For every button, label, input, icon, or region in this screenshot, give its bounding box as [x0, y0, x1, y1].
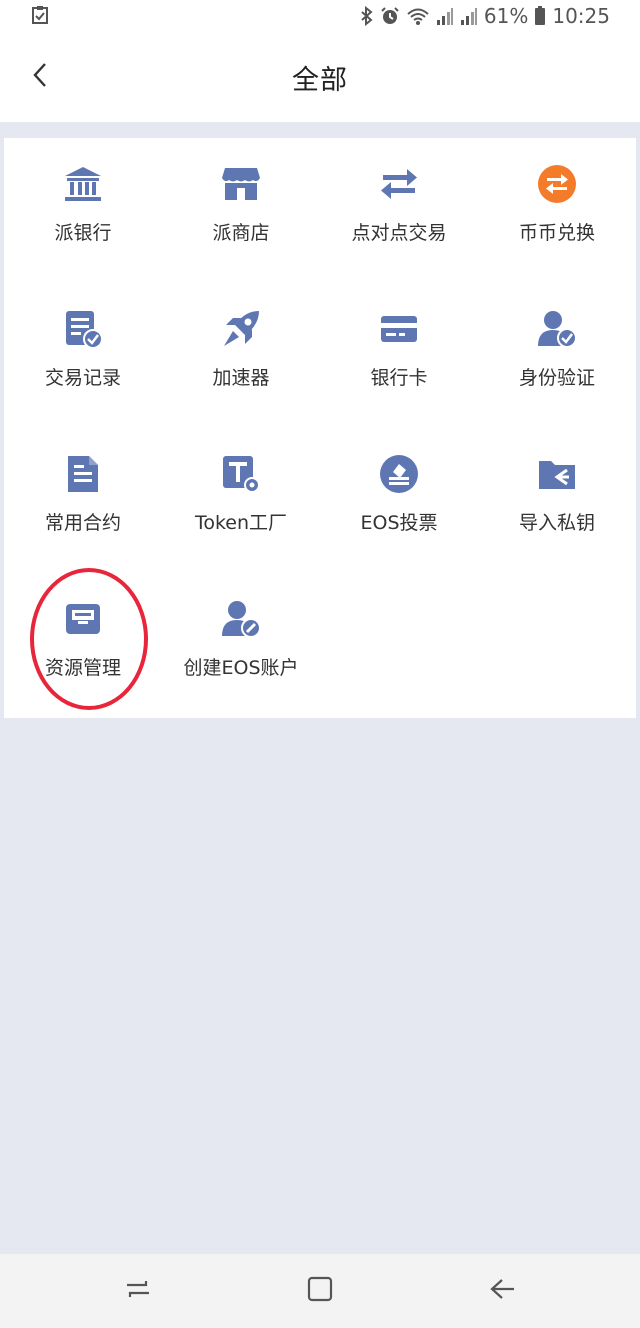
- grid-item-pai-store[interactable]: 派商店: [162, 138, 320, 283]
- grid-item-resource-management[interactable]: 资源管理: [4, 573, 162, 718]
- create-account-icon: [221, 599, 261, 639]
- home-button[interactable]: [300, 1271, 340, 1311]
- rocket-icon: [221, 309, 261, 349]
- grid-item-label: Token工厂: [194, 512, 288, 534]
- vote-icon: [379, 454, 419, 494]
- grid-item-label: EOS投票: [360, 512, 438, 534]
- recent-apps-icon: [124, 1277, 152, 1305]
- clock: 10:25: [552, 4, 610, 28]
- battery-icon: [534, 6, 546, 26]
- resource-tray-icon: [63, 599, 103, 639]
- back-arrow-icon: [488, 1277, 516, 1305]
- grid-item-label: 加速器: [212, 367, 270, 389]
- wifi-icon: [406, 6, 430, 26]
- store-icon: [221, 164, 261, 204]
- back-button[interactable]: [22, 54, 58, 100]
- status-bar: 61% 10:25: [0, 0, 640, 32]
- grid-item-label: 导入私钥: [518, 512, 595, 534]
- grid-item-label: 资源管理: [44, 657, 121, 679]
- grid-item-eos-vote[interactable]: EOS投票: [320, 428, 478, 573]
- contract-document-icon: [63, 454, 103, 494]
- bluetooth-icon: [360, 6, 374, 26]
- grid-item-transaction-record[interactable]: 交易记录: [4, 283, 162, 428]
- grid-item-token-factory[interactable]: Token工厂: [162, 428, 320, 573]
- grid-item-create-eos-account[interactable]: 创建EOS账户: [162, 573, 320, 718]
- grid-item-identity-verify[interactable]: 身份验证: [478, 283, 636, 428]
- transaction-record-icon: [63, 309, 103, 349]
- system-nav-bar: [0, 1254, 640, 1328]
- signal-icon: [436, 6, 454, 26]
- transfer-arrows-icon: [379, 164, 419, 204]
- home-icon: [306, 1275, 334, 1307]
- grid-item-label: 点对点交易: [351, 222, 447, 244]
- exchange-icon: [537, 164, 577, 204]
- page-title: 全部: [292, 64, 348, 96]
- grid-item-label: 派银行: [54, 222, 112, 244]
- chevron-left-icon: [31, 61, 49, 93]
- grid-item-label: 银行卡: [370, 367, 428, 389]
- grid-item-common-contracts[interactable]: 常用合约: [4, 428, 162, 573]
- grid-item-p2p-trade[interactable]: 点对点交易: [320, 138, 478, 283]
- grid-item-accelerator[interactable]: 加速器: [162, 283, 320, 428]
- grid-item-pai-bank[interactable]: 派银行: [4, 138, 162, 283]
- grid-item-coin-exchange[interactable]: 币币兑换: [478, 138, 636, 283]
- token-factory-icon: [221, 454, 261, 494]
- bank-icon: [63, 164, 103, 204]
- import-key-icon: [537, 454, 577, 494]
- task-check-icon: [30, 5, 50, 25]
- system-back-button[interactable]: [482, 1271, 522, 1311]
- grid-item-label: 派商店: [212, 222, 270, 244]
- grid-item-label: 币币兑换: [518, 222, 595, 244]
- grid-item-label: 常用合约: [44, 512, 121, 534]
- grid-item-label: 身份验证: [518, 367, 595, 389]
- signal-4g-icon: [460, 6, 478, 26]
- grid-item-import-private-key[interactable]: 导入私钥: [478, 428, 636, 573]
- grid-item-label: 创建EOS账户: [183, 657, 299, 679]
- header: 全部: [0, 32, 640, 122]
- identity-verify-icon: [537, 309, 577, 349]
- bank-card-icon: [379, 309, 419, 349]
- grid-item-label: 交易记录: [44, 367, 121, 389]
- recent-apps-button[interactable]: [118, 1271, 158, 1311]
- alarm-icon: [380, 6, 400, 26]
- grid-item-bank-card[interactable]: 银行卡: [320, 283, 478, 428]
- battery-percent: 61%: [483, 4, 529, 28]
- function-grid: 派银行 派商店 点对点交易 币币兑换 交易记录 加速器 银行卡 身份验证 常用合…: [4, 138, 636, 718]
